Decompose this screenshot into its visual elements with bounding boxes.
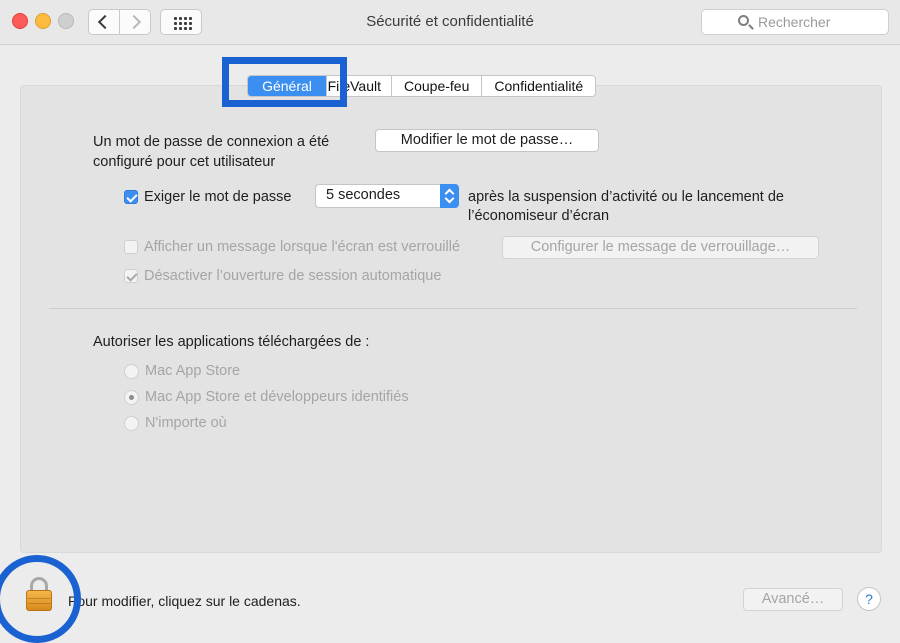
grid-icon	[174, 17, 192, 30]
password-delay-value: 5 secondes	[326, 187, 401, 203]
search-field[interactable]: Rechercher	[701, 9, 889, 35]
back-button[interactable]	[88, 9, 120, 35]
search-placeholder: Rechercher	[758, 14, 831, 30]
highlight-annotation-box	[222, 57, 347, 107]
forward-button[interactable]	[119, 9, 151, 35]
highlight-annotation-circle	[0, 555, 81, 643]
radio-identified-developers-label: Mac App Store et développeurs identifiés	[145, 389, 409, 405]
radio-identified-developers[interactable]	[124, 390, 139, 405]
search-icon	[738, 15, 749, 26]
help-button[interactable]: ?	[857, 587, 881, 611]
require-password-label: Exiger le mot de passe	[144, 189, 292, 205]
after-text-line1: après la suspension d’activité ou le lan…	[468, 189, 784, 205]
chevron-left-icon	[97, 14, 113, 30]
select-arrows-icon	[440, 184, 459, 208]
show-message-checkbox[interactable]	[124, 240, 138, 254]
close-window-button[interactable]	[12, 13, 28, 29]
advanced-button[interactable]: Avancé…	[743, 588, 843, 611]
after-text-line2: l’économiseur d’écran	[468, 208, 610, 224]
show-all-button[interactable]	[160, 9, 202, 35]
apps-heading: Autoriser les applications téléchargées …	[93, 334, 370, 350]
section-divider	[49, 308, 857, 309]
password-info-line1: Un mot de passe de connexion a été	[93, 134, 330, 150]
password-info-line2: configuré pour cet utilisateur	[93, 154, 276, 170]
configure-lock-message-button[interactable]: Configurer le message de verrouillage…	[502, 236, 819, 259]
show-message-label: Afficher un message lorsque l'écran est …	[144, 239, 461, 255]
lock-instruction-text: Pour modifier, cliquez sur le cadenas.	[68, 593, 301, 609]
minimize-window-button[interactable]	[35, 13, 51, 29]
radio-mac-app-store-label: Mac App Store	[145, 363, 241, 379]
password-delay-select[interactable]: 5 secondes	[315, 184, 459, 208]
tab-firewall[interactable]: Coupe-feu	[391, 76, 481, 96]
chevron-right-icon	[126, 14, 142, 30]
disable-autologin-checkbox[interactable]	[124, 269, 138, 283]
radio-anywhere-label: N'importe où	[145, 415, 227, 431]
tab-privacy[interactable]: Confidentialité	[481, 76, 595, 96]
radio-mac-app-store[interactable]	[124, 364, 139, 379]
radio-anywhere[interactable]	[124, 416, 139, 431]
require-password-checkbox[interactable]	[124, 190, 138, 204]
window-title: Sécurité et confidentialité	[366, 13, 534, 30]
disable-autologin-label: Désactiver l’ouverture de session automa…	[144, 268, 442, 284]
change-password-button[interactable]: Modifier le mot de passe…	[375, 129, 599, 152]
zoom-window-button[interactable]	[58, 13, 74, 29]
